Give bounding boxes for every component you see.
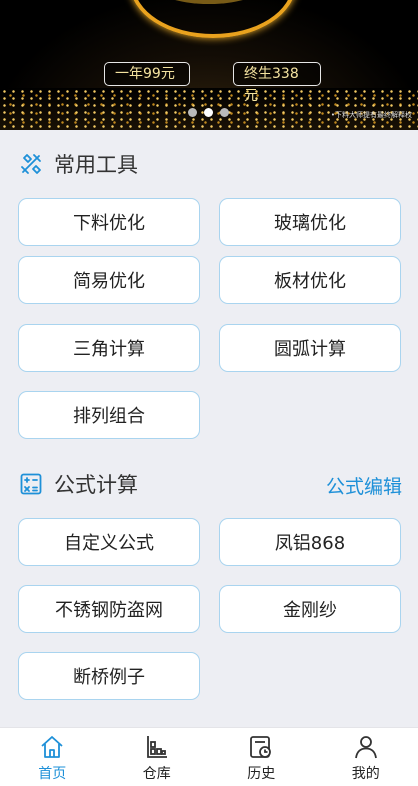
formula-edit-link[interactable]: 公式编辑 bbox=[326, 472, 402, 499]
tools-title: 常用工具 bbox=[54, 153, 138, 177]
carousel-dot[interactable] bbox=[220, 108, 229, 117]
price-tag-lifetime[interactable]: 终生338元 bbox=[233, 62, 321, 104]
nav-item-home[interactable]: 首页 bbox=[0, 728, 105, 786]
user-icon bbox=[354, 736, 377, 759]
tools-section-header: 常用工具 bbox=[18, 146, 138, 182]
formula-button-diamond-mesh[interactable]: 金刚纱 bbox=[219, 585, 401, 633]
warehouse-icon bbox=[146, 736, 167, 758]
nav-label-mine: 我的 bbox=[351, 766, 380, 782]
history-icon bbox=[250, 736, 272, 758]
tool-button-triangle-calc[interactable]: 三角计算 bbox=[18, 324, 200, 372]
price-tag-yearly[interactable]: 一年99元 bbox=[104, 62, 190, 86]
nav-label-history: 历史 bbox=[247, 766, 276, 782]
formula-button-fenglv-868[interactable]: 凤铝868 bbox=[219, 518, 401, 566]
formula-section-header: 公式计算 bbox=[18, 466, 138, 502]
formula-button-custom[interactable]: 自定义公式 bbox=[18, 518, 200, 566]
logo-ring bbox=[130, 0, 296, 38]
promo-banner[interactable]: 一年99元 终生338元 •下料大师提有最终解释权 bbox=[0, 0, 418, 130]
nav-label-warehouse: 仓库 bbox=[142, 766, 171, 782]
nav-item-mine[interactable]: 我的 bbox=[314, 728, 418, 786]
carousel-dot[interactable] bbox=[188, 108, 197, 117]
tool-button-permutation[interactable]: 排列组合 bbox=[18, 391, 200, 439]
banner-note: •下料大师提有最终解释权 bbox=[330, 111, 412, 119]
nav-label-home: 首页 bbox=[38, 766, 67, 782]
formula-title: 公式计算 bbox=[54, 473, 138, 497]
tools-icon bbox=[18, 151, 44, 177]
calculator-icon bbox=[18, 471, 44, 497]
tool-button-cutting-optimize[interactable]: 下料优化 bbox=[18, 198, 200, 246]
tool-button-glass-optimize[interactable]: 玻璃优化 bbox=[219, 198, 401, 246]
tool-button-simple-optimize[interactable]: 简易优化 bbox=[18, 256, 200, 304]
bottom-nav: 首页 仓库 历史 我的 bbox=[0, 727, 418, 786]
formula-button-broken-bridge-example[interactable]: 断桥例子 bbox=[18, 652, 200, 700]
home-icon bbox=[41, 736, 63, 758]
tool-button-board-optimize[interactable]: 板材优化 bbox=[219, 256, 401, 304]
carousel-indicator bbox=[188, 108, 229, 117]
carousel-dot-active[interactable] bbox=[204, 108, 213, 117]
tool-button-arc-calc[interactable]: 圆弧计算 bbox=[219, 324, 401, 372]
nav-item-warehouse[interactable]: 仓库 bbox=[105, 728, 210, 786]
formula-button-stainless-guard-net[interactable]: 不锈钢防盗网 bbox=[18, 585, 200, 633]
nav-item-history[interactable]: 历史 bbox=[209, 728, 314, 786]
